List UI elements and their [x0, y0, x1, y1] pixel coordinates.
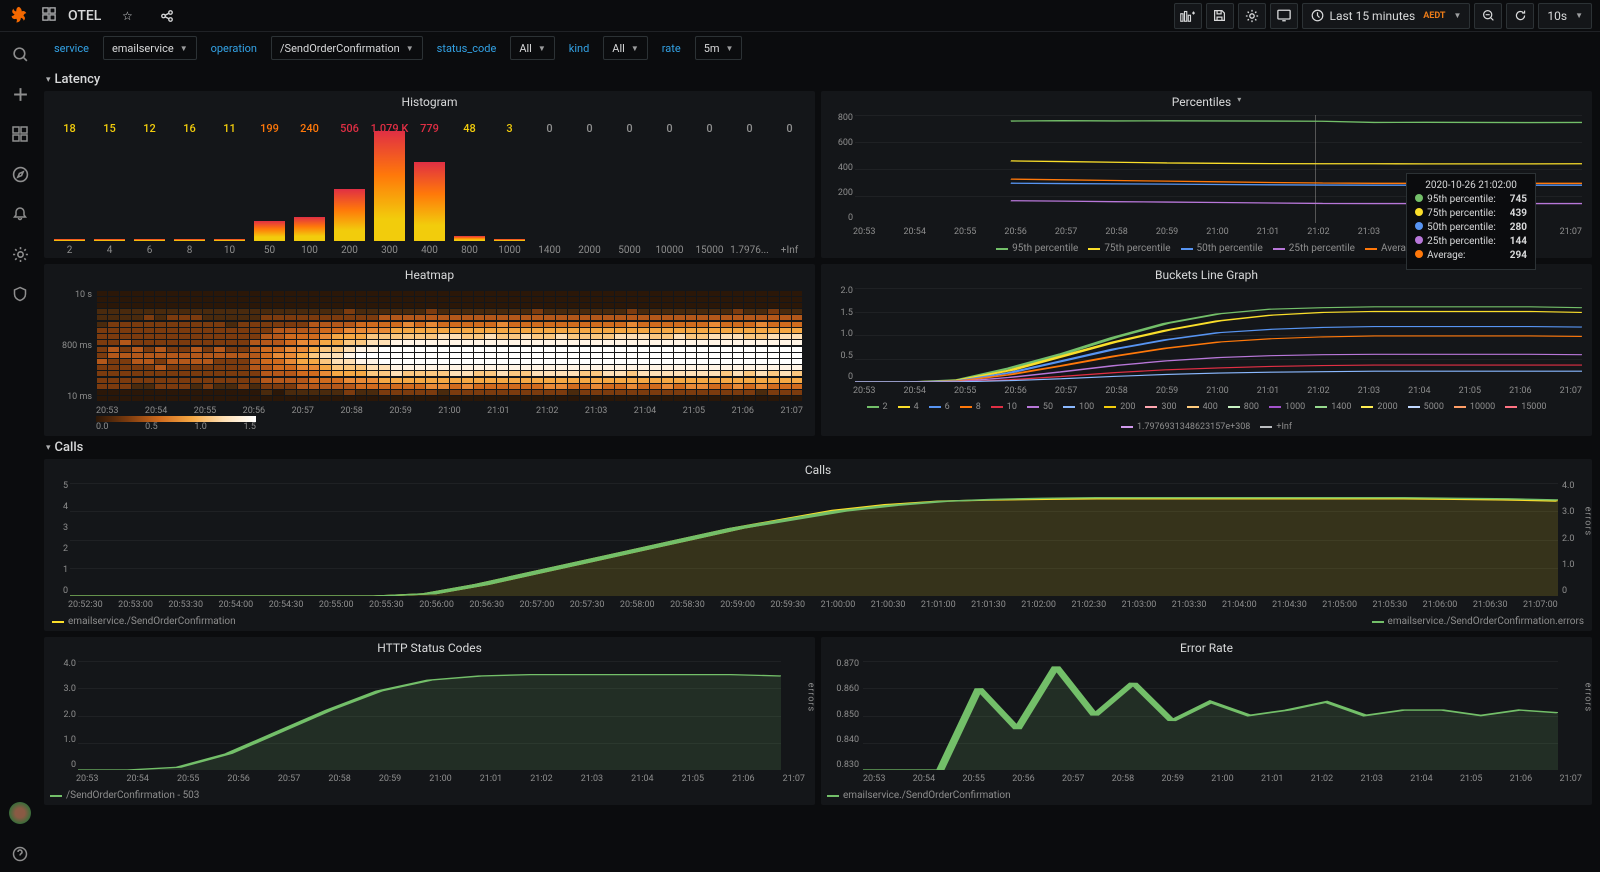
var-operation[interactable]: /SendOrderConfirmation▼	[271, 36, 423, 60]
panel-title: Calls	[44, 459, 1592, 479]
configuration-icon[interactable]	[10, 244, 30, 264]
panel-title: HTTP Status Codes	[44, 637, 815, 657]
panel-error-rate[interactable]: Error Rate 0.8700.8600.8500.8400.830 err…	[821, 637, 1592, 805]
alerting-icon[interactable]	[10, 204, 30, 224]
refresh-interval[interactable]: 10s ▼	[1538, 3, 1592, 29]
refresh-button[interactable]	[1506, 3, 1534, 29]
var-status-code-label: status_code	[431, 42, 503, 55]
panel-title: Heatmap	[44, 264, 815, 284]
var-rate[interactable]: 5m▼	[695, 36, 743, 60]
search-icon[interactable]	[10, 44, 30, 64]
var-service-label: service	[48, 42, 95, 55]
panel-percentiles[interactable]: Percentiles▾ 8006004002000 20:5320:5420:…	[821, 91, 1592, 258]
row-latency[interactable]: ▾Latency	[44, 68, 1592, 91]
var-kind[interactable]: All▼	[603, 36, 647, 60]
template-variables: service emailservice▼ operation /SendOrd…	[40, 32, 1600, 64]
dashboards-icon[interactable]	[10, 124, 30, 144]
dashboard-icon[interactable]	[42, 7, 56, 24]
zoom-out-button[interactable]	[1474, 3, 1502, 29]
time-range-label: Last 15 minutes	[1330, 9, 1416, 23]
panel-calls[interactable]: Calls 543210 4.03.02.01.00 20:52:3020:53…	[44, 459, 1592, 631]
refresh-interval-label: 10s	[1547, 9, 1567, 23]
chevron-down-icon: ▾	[1235, 95, 1241, 109]
time-picker[interactable]: Last 15 minutes AEDT ▼	[1302, 3, 1471, 29]
var-service[interactable]: emailservice▼	[103, 36, 197, 60]
timezone-label: AEDT	[1423, 11, 1445, 21]
save-button[interactable]	[1206, 3, 1234, 29]
explore-icon[interactable]	[10, 164, 30, 184]
tv-mode-button[interactable]	[1270, 3, 1298, 29]
create-icon[interactable]	[10, 84, 30, 104]
row-calls[interactable]: ▾Calls	[44, 436, 1592, 459]
avatar[interactable]	[9, 802, 31, 824]
chevron-down-icon: ▾	[46, 443, 51, 453]
grafana-logo-icon[interactable]	[8, 5, 30, 27]
tooltip: 2020-10-26 21:02:0095th percentile:74575…	[1406, 173, 1536, 270]
var-operation-label: operation	[205, 42, 263, 55]
share-icon[interactable]	[153, 3, 181, 29]
right-axis-label: errors	[806, 682, 816, 712]
var-rate-label: rate	[656, 42, 687, 55]
sidebar	[0, 32, 40, 872]
dashboard-body: ▾Latency Histogram 182154126168111019950…	[40, 64, 1600, 872]
right-axis-label: errors	[1583, 682, 1593, 712]
add-panel-button[interactable]	[1174, 3, 1202, 29]
star-icon[interactable]: ☆	[113, 3, 141, 29]
panel-buckets[interactable]: Buckets Line Graph 2.01.51.00.50 20:5320…	[821, 264, 1592, 436]
server-admin-icon[interactable]	[10, 284, 30, 304]
panel-histogram[interactable]: Histogram 182154126168111019950240100506…	[44, 91, 815, 258]
panel-title: Error Rate	[821, 637, 1592, 657]
heatmap-scale: 0.00.51.01.5	[96, 416, 256, 432]
topbar: OTEL ☆ Last 15 minutes AEDT ▼ 10s ▼	[0, 0, 1600, 32]
var-kind-label: kind	[563, 42, 596, 55]
panel-title: Histogram	[44, 91, 815, 111]
dashboard-title[interactable]: OTEL	[68, 8, 101, 24]
help-icon[interactable]	[10, 844, 30, 864]
settings-button[interactable]	[1238, 3, 1266, 29]
chevron-down-icon: ▾	[46, 75, 51, 85]
panel-heatmap[interactable]: Heatmap 10 s800 ms10 ms 20:5320:5420:552…	[44, 264, 815, 436]
panel-http-status[interactable]: HTTP Status Codes 4.03.02.01.00 errors 2…	[44, 637, 815, 805]
right-axis-label: errors	[1583, 506, 1593, 536]
chevron-down-icon: ▼	[1573, 11, 1583, 20]
var-status-code[interactable]: All▼	[510, 36, 554, 60]
chevron-down-icon: ▼	[1451, 11, 1461, 20]
panel-title: Percentiles▾	[821, 91, 1592, 111]
